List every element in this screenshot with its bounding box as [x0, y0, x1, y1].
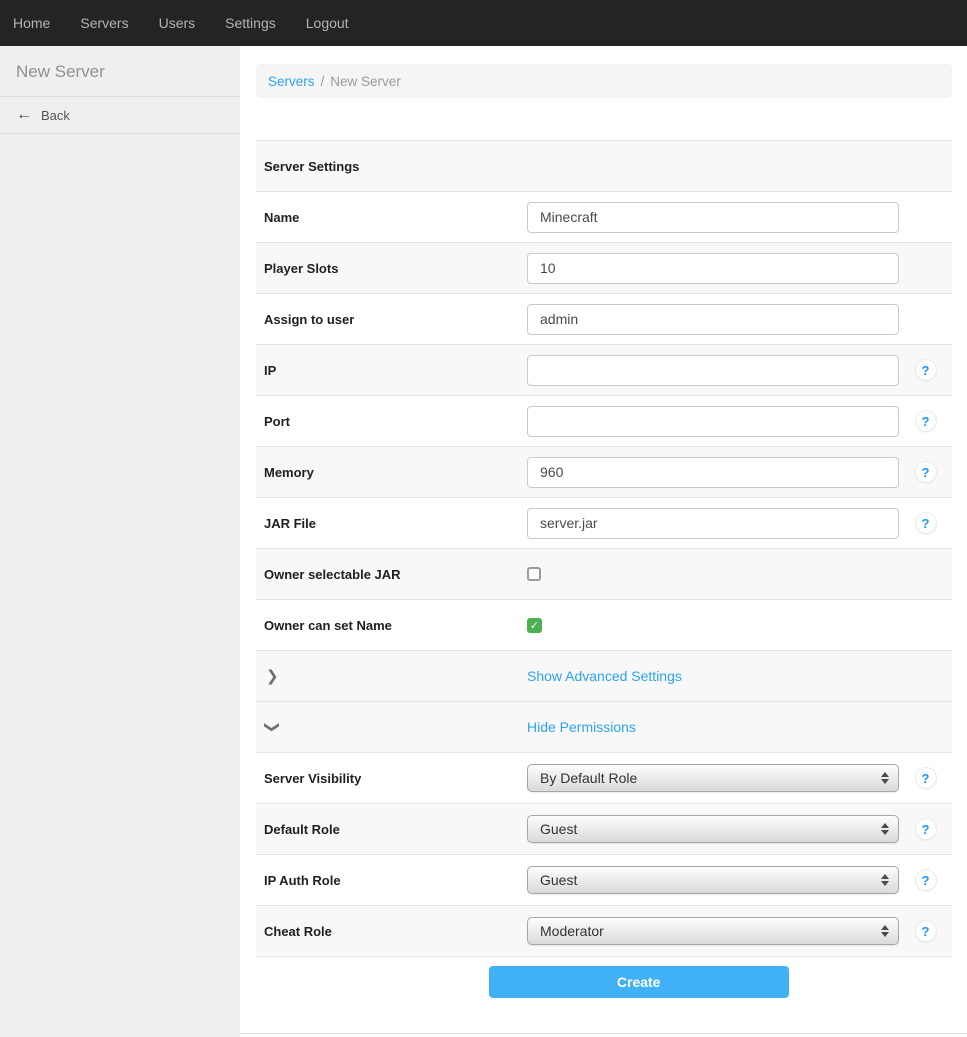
hide-permissions-link[interactable]: Hide Permissions: [527, 719, 636, 735]
owner-can-set-name-label: Owner can set Name: [256, 618, 527, 633]
player-slots-label: Player Slots: [256, 261, 527, 276]
select-stepper-icon: [881, 925, 889, 937]
row-player-slots: Player Slots: [256, 242, 952, 293]
select-stepper-icon: [881, 823, 889, 835]
ip-auth-role-label: IP Auth Role: [256, 873, 527, 888]
section-header-row: Server Settings: [256, 140, 952, 191]
row-port: Port ?: [256, 395, 952, 446]
server-visibility-help-icon[interactable]: ?: [915, 767, 937, 789]
breadcrumb-servers-link[interactable]: Servers: [268, 74, 315, 89]
port-input[interactable]: [527, 406, 899, 437]
jar-file-help-icon[interactable]: ?: [915, 512, 937, 534]
chevron-down-icon[interactable]: ❯: [263, 721, 281, 734]
sidebar: New Server ← Back: [0, 46, 240, 1037]
chevron-right-icon[interactable]: ❯: [266, 667, 279, 685]
row-create: Create: [256, 956, 952, 1007]
cheat-role-help-icon[interactable]: ?: [915, 920, 937, 942]
ip-auth-role-help-icon[interactable]: ?: [915, 869, 937, 891]
memory-input[interactable]: [527, 457, 899, 488]
server-settings-form: Server Settings Name Player Slots Assign…: [256, 140, 952, 1007]
select-stepper-icon: [881, 874, 889, 886]
ip-input[interactable]: [527, 355, 899, 386]
row-jar-file: JAR File ?: [256, 497, 952, 548]
row-hide-permissions: ❯ Hide Permissions: [256, 701, 952, 752]
back-label: Back: [41, 108, 70, 123]
assign-user-label: Assign to user: [256, 312, 527, 327]
row-memory: Memory ?: [256, 446, 952, 497]
memory-help-icon[interactable]: ?: [915, 461, 937, 483]
default-role-value: Guest: [540, 821, 881, 837]
back-arrow-icon: ←: [16, 106, 32, 124]
top-navbar: Home Servers Users Settings Logout: [0, 0, 967, 46]
row-default-role: Default Role Guest ?: [256, 803, 952, 854]
server-visibility-label: Server Visibility: [256, 771, 527, 786]
owner-selectable-jar-checkbox[interactable]: [527, 567, 541, 581]
jar-file-label: JAR File: [256, 516, 527, 531]
breadcrumb: Servers / New Server: [256, 64, 952, 98]
player-slots-input[interactable]: [527, 253, 899, 284]
cheat-role-select[interactable]: Moderator: [527, 917, 899, 945]
server-visibility-select[interactable]: By Default Role: [527, 764, 899, 792]
ip-label: IP: [256, 363, 527, 378]
show-advanced-settings-link[interactable]: Show Advanced Settings: [527, 668, 682, 684]
breadcrumb-current-page: New Server: [330, 74, 401, 89]
memory-label: Memory: [256, 465, 527, 480]
nav-item-users[interactable]: Users: [159, 0, 196, 46]
ip-help-icon[interactable]: ?: [915, 359, 937, 381]
owner-can-set-name-checkbox[interactable]: ✓: [527, 618, 542, 633]
name-label: Name: [256, 210, 527, 225]
create-button[interactable]: Create: [489, 966, 789, 998]
nav-item-logout[interactable]: Logout: [306, 0, 349, 46]
main-content: Servers / New Server Server Settings Nam…: [240, 46, 967, 1037]
cheat-role-label: Cheat Role: [256, 924, 527, 939]
server-visibility-value: By Default Role: [540, 770, 881, 786]
row-name: Name: [256, 191, 952, 242]
bottom-divider: [240, 1033, 967, 1034]
name-input[interactable]: [527, 202, 899, 233]
default-role-help-icon[interactable]: ?: [915, 818, 937, 840]
default-role-select[interactable]: Guest: [527, 815, 899, 843]
breadcrumb-separator: /: [321, 74, 325, 89]
port-label: Port: [256, 414, 527, 429]
sidebar-page-title: New Server: [0, 46, 240, 97]
default-role-label: Default Role: [256, 822, 527, 837]
ip-auth-role-select[interactable]: Guest: [527, 866, 899, 894]
row-owner-can-set-name: Owner can set Name ✓: [256, 599, 952, 650]
row-assign-user: Assign to user: [256, 293, 952, 344]
nav-item-home[interactable]: Home: [13, 0, 50, 46]
owner-selectable-jar-label: Owner selectable JAR: [256, 567, 527, 582]
assign-user-input[interactable]: [527, 304, 899, 335]
back-button[interactable]: ← Back: [0, 97, 240, 134]
section-header: Server Settings: [256, 159, 527, 174]
row-cheat-role: Cheat Role Moderator ?: [256, 905, 952, 956]
row-ip-auth-role: IP Auth Role Guest ?: [256, 854, 952, 905]
nav-item-servers[interactable]: Servers: [80, 0, 128, 46]
jar-file-input[interactable]: [527, 508, 899, 539]
select-stepper-icon: [881, 772, 889, 784]
row-owner-selectable-jar: Owner selectable JAR: [256, 548, 952, 599]
row-ip: IP ?: [256, 344, 952, 395]
row-server-visibility: Server Visibility By Default Role ?: [256, 752, 952, 803]
port-help-icon[interactable]: ?: [915, 410, 937, 432]
ip-auth-role-value: Guest: [540, 872, 881, 888]
cheat-role-value: Moderator: [540, 923, 881, 939]
row-show-advanced: ❯ Show Advanced Settings: [256, 650, 952, 701]
nav-item-settings[interactable]: Settings: [225, 0, 276, 46]
